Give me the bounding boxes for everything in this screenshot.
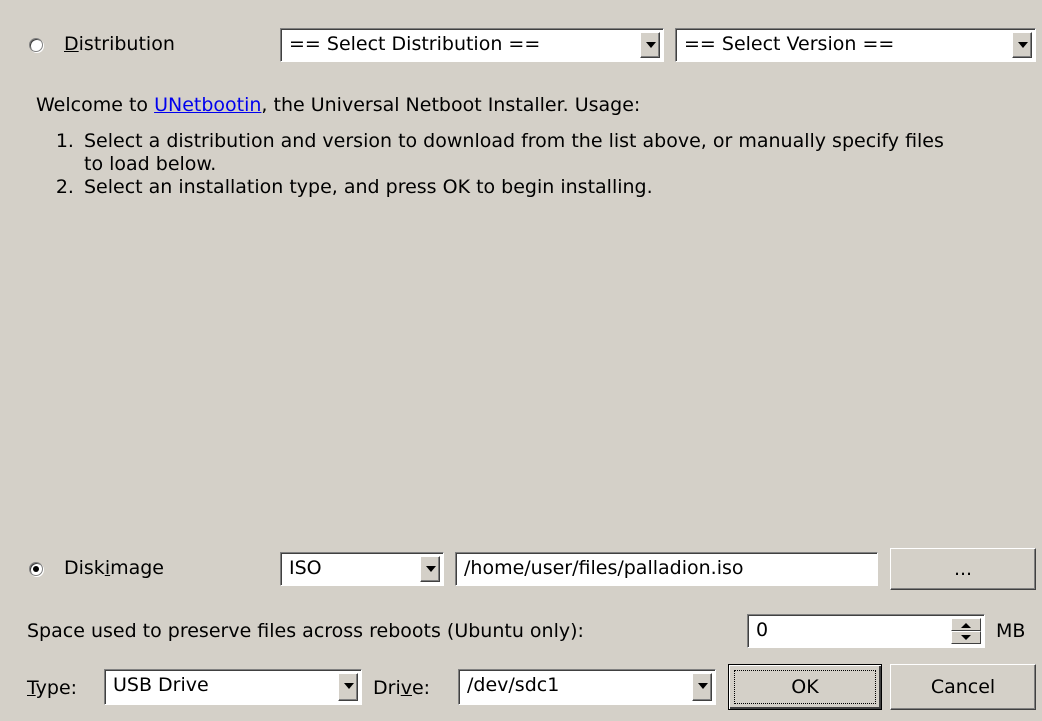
focus-rect (734, 670, 876, 704)
version-select[interactable]: == Select Version == (675, 28, 1036, 62)
type-select-value: USB Drive (113, 674, 209, 696)
cancel-button[interactable]: Cancel (890, 664, 1036, 710)
spin-down-icon[interactable] (951, 631, 981, 644)
unetbootin-link[interactable]: UNetbootin (154, 94, 261, 116)
list-item: Select an installation type, and press O… (80, 176, 950, 199)
ok-button[interactable]: OK (728, 664, 882, 710)
browse-button[interactable]: ... (890, 548, 1036, 590)
persistence-unit: MB (996, 620, 1026, 642)
distribution-radio[interactable] (29, 38, 43, 52)
type-select[interactable]: USB Drive (104, 669, 362, 705)
usage-steps: Select a distribution and version to dow… (80, 130, 950, 199)
distribution-select[interactable]: == Select Distribution == (280, 28, 664, 62)
chevron-down-icon[interactable] (420, 556, 440, 582)
chevron-down-icon[interactable] (1012, 32, 1032, 58)
drive-label: Drive: (373, 677, 431, 699)
diskimage-path-input[interactable]: /home/user/files/palladion.iso (455, 552, 878, 586)
distribution-radio-label: Distribution (64, 33, 175, 55)
spin-up-icon[interactable] (951, 618, 981, 631)
persistence-label: Space used to preserve files across rebo… (27, 620, 584, 642)
diskimage-format-value: ISO (289, 557, 322, 579)
distribution-select-value: == Select Distribution == (289, 33, 541, 55)
type-label: Type: (27, 677, 78, 699)
diskimage-radio[interactable] (29, 562, 43, 576)
diskimage-format-select[interactable]: ISO (280, 552, 444, 586)
persistence-spinbox[interactable]: 0 (747, 614, 985, 648)
version-select-value: == Select Version == (684, 33, 895, 55)
drive-select[interactable]: /dev/sdc1 (458, 669, 716, 705)
welcome-text: Welcome to UNetbootin, the Universal Net… (36, 94, 641, 116)
chevron-down-icon[interactable] (640, 32, 660, 58)
chevron-down-icon[interactable] (338, 673, 358, 701)
description-panel: Welcome to UNetbootin, the Universal Net… (36, 94, 1026, 199)
drive-select-value: /dev/sdc1 (467, 674, 560, 696)
spin-buttons[interactable] (951, 618, 981, 644)
diskimage-radio-label: Diskimage (64, 557, 164, 579)
list-item: Select a distribution and version to dow… (80, 130, 950, 176)
chevron-down-icon[interactable] (692, 673, 712, 701)
